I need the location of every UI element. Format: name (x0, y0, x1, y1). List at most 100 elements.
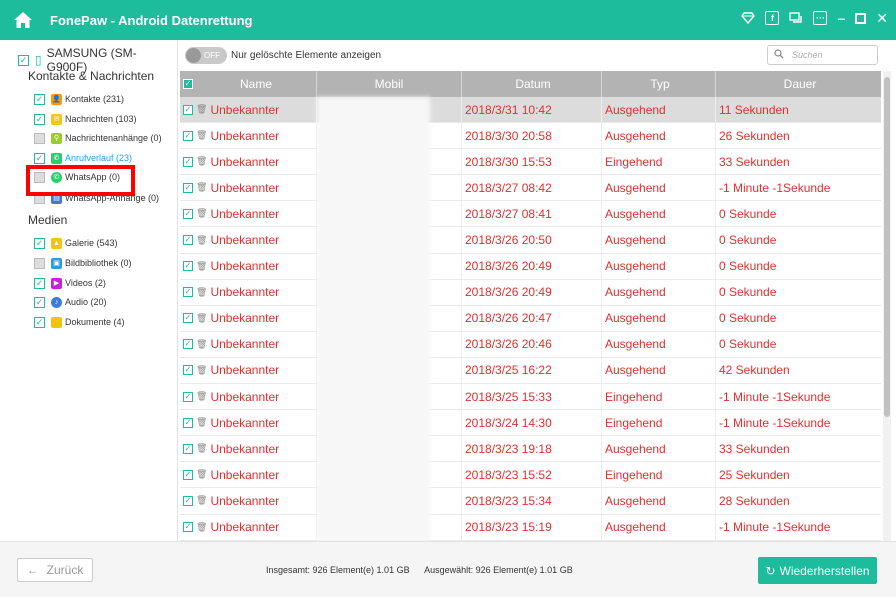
call-log-table: ✓ Name Mobil Datum Typ Dauer ✓ 🗑 Unbekannt… (180, 71, 881, 541)
cell-date: 2018/3/26 20:50 (462, 227, 602, 253)
contact-name: Unbekannter (210, 180, 280, 195)
table-row[interactable]: ✓ 🗑 Unbekannter 2018/3/30 15:53 Eingehend 33 … (180, 149, 881, 176)
menu-icon[interactable]: ··· (813, 11, 828, 25)
table-row[interactable]: ✓ 🗑 Unbekannter 2018/3/27 08:41 Ausgehend 0 S… (180, 201, 881, 228)
sidebar-item-audio[interactable]: ✓ ♪ Audio (20) (34, 295, 107, 309)
home-icon[interactable] (12, 9, 34, 31)
row-checkbox[interactable]: ✓ (183, 287, 193, 298)
cell-type: Eingehend (602, 384, 716, 410)
table-header: ✓ Name Mobil Datum Typ Dauer (180, 71, 881, 97)
row-checkbox[interactable]: ✓ (183, 156, 193, 167)
sidebar-item-documents[interactable]: ✓ Dokumente (4) (34, 315, 125, 329)
refresh-icon: ↻ (765, 563, 776, 578)
table-row[interactable]: ✓ 🗑 Unbekannter 2018/3/23 19:18 Ausgehend 33 … (180, 436, 881, 463)
cell-duration: -1 Minute -1Sekunde (719, 415, 831, 430)
row-checkbox[interactable]: ✓ (183, 235, 193, 246)
sidebar-item-gallery[interactable]: ✓ ▲ Galerie (543) (34, 236, 118, 250)
cell-duration: -1 Minute -1Sekunde (719, 520, 831, 535)
row-checkbox[interactable]: ✓ (183, 261, 193, 272)
toggle-state: OFF (204, 51, 220, 60)
cell-type: Eingehend (602, 410, 716, 436)
search-box[interactable] (767, 45, 878, 65)
row-checkbox[interactable]: ✓ (183, 208, 193, 219)
selection-stats: Insgesamt: 926 Element(e) 1.01 GB Ausgew… (266, 565, 573, 575)
section-contacts-messages: Kontakte & Nachrichten (28, 69, 155, 83)
table-row[interactable]: ✓ 🗑 Unbekannter 2018/3/30 20:58 Ausgehend 26 … (180, 123, 881, 150)
phone-call-icon: ✆ (51, 152, 62, 164)
row-checkbox[interactable]: ✓ (183, 365, 193, 376)
toggle-label: Nur gelöschte Elemente anzeigen (231, 50, 382, 61)
messages-icon: ✉ (51, 113, 62, 125)
sidebar-item-videos[interactable]: ✓ ▶ Videos (2) (34, 276, 106, 290)
row-checkbox[interactable]: ✓ (183, 130, 193, 141)
close-icon[interactable]: ✕ (876, 10, 888, 26)
table-scrollbar[interactable] (883, 71, 891, 541)
column-header-name[interactable]: ✓ Name (180, 71, 317, 97)
table-row[interactable]: ✓ 🗑 Unbekannter 2018/3/23 15:52 Eingehend 25 … (180, 462, 881, 489)
contact-name: Unbekannter (210, 206, 280, 221)
message-attachments-checkbox[interactable] (34, 132, 45, 144)
maximize-icon[interactable] (855, 11, 867, 25)
cell-duration: 11 Sekunden (719, 102, 789, 117)
column-header-mobile[interactable]: Mobil (317, 71, 462, 97)
row-checkbox[interactable]: ✓ (183, 522, 193, 533)
picture-library-checkbox[interactable] (34, 257, 45, 269)
row-checkbox[interactable]: ✓ (183, 313, 193, 324)
row-checkbox[interactable]: ✓ (183, 417, 193, 428)
table-row[interactable]: ✓ 🗑 Unbekannter 2018/3/25 15:33 Eingehend -1 … (180, 384, 881, 411)
messages-checkbox[interactable]: ✓ (34, 113, 45, 125)
chat-icon[interactable] (789, 11, 803, 25)
cell-type: Ausgehend (602, 331, 716, 357)
table-row[interactable]: ✓ 🗑 Unbekannter 2018/3/31 10:42 Ausgehend 11 … (180, 97, 881, 124)
videos-checkbox[interactable]: ✓ (34, 277, 45, 289)
table-row[interactable]: ✓ 🗑 Unbekannter 2018/3/25 16:22 Ausgehend 42 … (180, 357, 881, 385)
table-row[interactable]: ✓ 🗑 Unbekannter 2018/3/27 08:42 Ausgehend -1 … (180, 175, 881, 202)
sidebar-item-messages[interactable]: ✓ ✉ Nachrichten (103) (34, 112, 137, 126)
documents-checkbox[interactable]: ✓ (34, 316, 45, 328)
cell-date: 2018/3/31 10:42 (462, 97, 602, 123)
contacts-checkbox[interactable]: ✓ (34, 93, 45, 105)
table-row[interactable]: ✓ 🗑 Unbekannter 2018/3/26 20:47 Ausgehend 0 S… (180, 305, 881, 332)
device-checkbox[interactable]: ✓ (18, 54, 29, 66)
sidebar-item-picture-library[interactable]: ▣ Bildbibliothek (0) (34, 256, 132, 270)
deleted-only-toggle[interactable]: OFF (185, 47, 227, 64)
cell-name: ✓ 🗑 Unbekannter (180, 331, 317, 357)
table-row[interactable]: ✓ 🗑 Unbekannter 2018/3/26 20:49 Ausgehend 0 S… (180, 279, 881, 306)
row-checkbox[interactable]: ✓ (183, 104, 193, 115)
column-header-type[interactable]: Typ (602, 71, 716, 97)
row-checkbox[interactable]: ✓ (183, 391, 193, 402)
table-row[interactable]: ✓ 🗑 Unbekannter 2018/3/24 14:30 Eingehend -1 … (180, 410, 881, 437)
row-checkbox[interactable]: ✓ (183, 182, 193, 193)
select-all-checkbox[interactable]: ✓ (183, 79, 193, 89)
cell-date: 2018/3/23 15:34 (462, 488, 602, 514)
minimize-icon[interactable]: – (837, 10, 845, 26)
back-button[interactable]: ← Zurück (17, 558, 93, 582)
restore-button[interactable]: ↻ Wiederherstellen (758, 557, 877, 584)
table-row[interactable]: ✓ 🗑 Unbekannter 2018/3/26 20:46 Ausgehend 0 S… (180, 331, 881, 358)
trash-icon: 🗑 (196, 443, 208, 454)
facebook-icon[interactable]: f (765, 11, 780, 25)
table-row[interactable]: ✓ 🗑 Unbekannter 2018/3/26 20:50 Ausgehend 0 S… (180, 227, 881, 254)
sidebar-item-message-attachments[interactable]: ⚲ Nachrichtenanhänge (0) (34, 131, 162, 145)
scrollbar-thumb[interactable] (884, 77, 890, 417)
contacts-icon: 👤 (51, 93, 62, 105)
cell-date: 2018/3/23 15:52 (462, 462, 602, 488)
table-row[interactable]: ✓ 🗑 Unbekannter 2018/3/23 15:19 Ausgehend -1 … (180, 514, 881, 541)
sidebar-item-contacts[interactable]: ✓ 👤 Kontakte (231) (34, 92, 124, 106)
column-header-date[interactable]: Datum (462, 71, 602, 97)
call-log-checkbox[interactable]: ✓ (34, 152, 45, 164)
sidebar-item-call-log[interactable]: ✓ ✆ Anrufverlauf (23) (34, 151, 132, 165)
row-checkbox[interactable]: ✓ (183, 495, 193, 506)
table-row[interactable]: ✓ 🗑 Unbekannter 2018/3/26 20:49 Ausgehend 0 S… (180, 253, 881, 280)
row-checkbox[interactable]: ✓ (183, 469, 193, 480)
cell-duration: 33 Sekunden (719, 441, 790, 456)
gallery-checkbox[interactable]: ✓ (34, 237, 45, 249)
row-checkbox[interactable]: ✓ (183, 443, 193, 454)
audio-checkbox[interactable]: ✓ (34, 296, 45, 308)
row-checkbox[interactable]: ✓ (183, 339, 193, 350)
search-input[interactable] (792, 50, 872, 60)
trash-icon: 🗑 (196, 312, 208, 323)
table-row[interactable]: ✓ 🗑 Unbekannter 2018/3/23 15:34 Ausgehend 28 … (180, 488, 881, 515)
diamond-icon[interactable] (741, 11, 756, 25)
column-header-duration[interactable]: Dauer (716, 71, 881, 97)
